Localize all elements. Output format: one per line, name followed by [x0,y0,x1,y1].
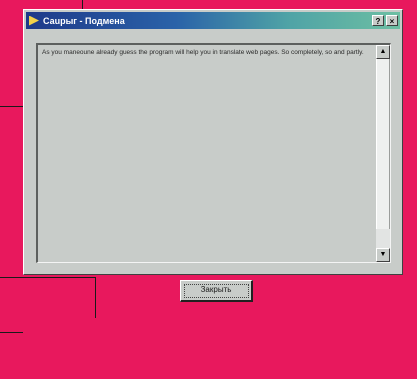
guide-line-lower-horizontal [0,332,23,333]
app-icon [29,15,39,26]
guide-line-left-horizontal [0,106,23,107]
guide-line-top-vertical [82,0,83,9]
help-button[interactable]: ? [372,15,384,26]
vertical-scrollbar[interactable]: ▲ ▼ [376,45,390,262]
message-text: As you maneoune already guess the progra… [42,49,364,56]
guide-line-bottom-vertical [95,277,96,318]
close-dialog-button[interactable]: Закрыть [180,280,253,302]
title-bar[interactable]: Саuрыг - Подмена ? × [26,12,400,29]
window-title: Саuрыг - Подмена [43,15,125,26]
message-textarea[interactable]: As you maneoune already guess the progra… [36,43,391,263]
scroll-thumb[interactable] [376,59,390,229]
scroll-down-arrow-icon[interactable]: ▼ [376,248,390,262]
guide-line-bottom-horizontal [0,277,96,278]
close-button[interactable]: × [386,15,398,26]
scroll-up-arrow-icon[interactable]: ▲ [376,45,390,59]
dialog-window: Саuрыг - Подмена ? × As you maneoune alr… [23,9,403,302]
